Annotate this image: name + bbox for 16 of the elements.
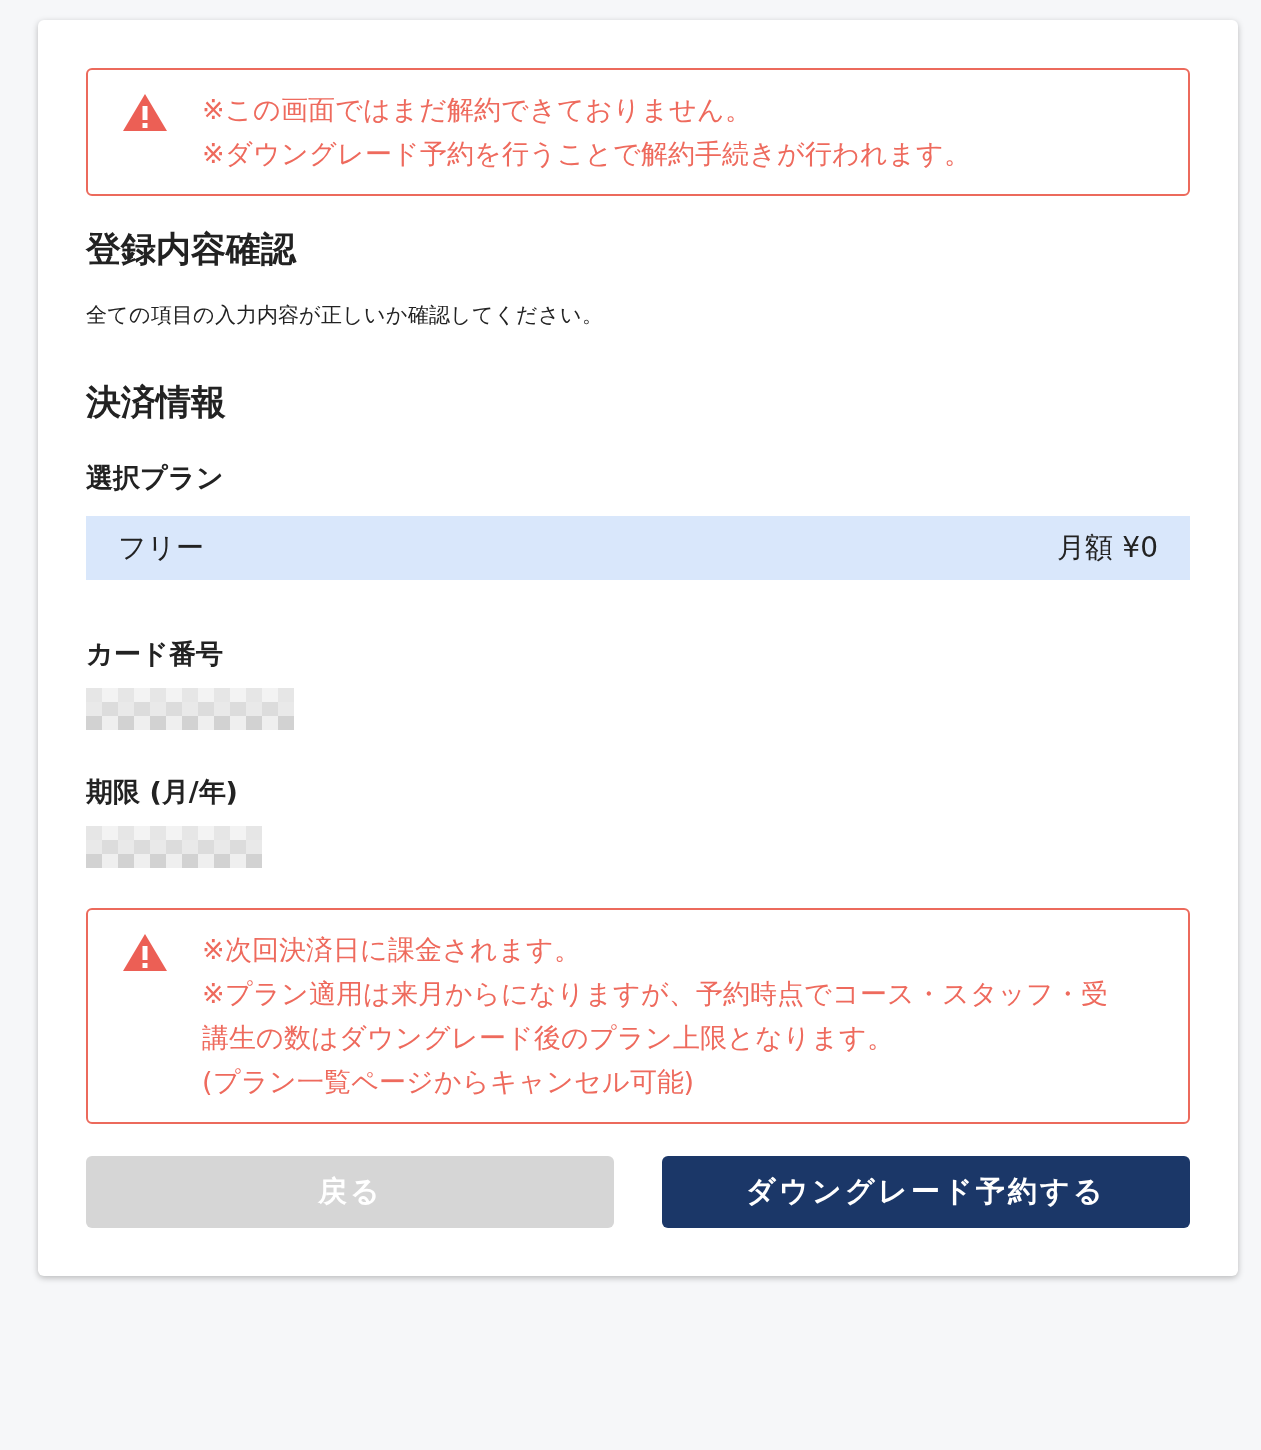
field-label: 期限 (月/年) [86, 775, 239, 809]
downgrade-button[interactable]: ダウングレード予約する [662, 1156, 1190, 1228]
warning-text: (プラン一覧ページからキャンセル可能) [202, 1065, 696, 1099]
warning-text: ※プラン適用は来月からになりますが、予約時点でコース・スタッフ・受講生の数はダウングレード後のプラン上限となります。 [202, 977, 1109, 1055]
description-text: 全ての項目の入力内容が正しいか確認してください。 [86, 302, 604, 329]
field-label: カード番号 [86, 637, 224, 671]
warning-text: ※この画面ではまだ解約できておりません。 [202, 93, 753, 127]
warning-icon [122, 932, 168, 972]
warning-icon [122, 92, 168, 132]
plan-name: フリー [118, 530, 204, 566]
warning-text: ※次回決済日に課金されます。 [202, 933, 582, 967]
field-label: 選択プラン [86, 461, 225, 495]
plan-price: 月額 ¥0 [1057, 530, 1158, 566]
section-title: 決済情報 [86, 381, 227, 424]
page-title: 登録内容確認 [86, 228, 298, 271]
warning-text: ※ダウングレード予約を行うことで解約手続きが行われます。 [202, 137, 971, 171]
